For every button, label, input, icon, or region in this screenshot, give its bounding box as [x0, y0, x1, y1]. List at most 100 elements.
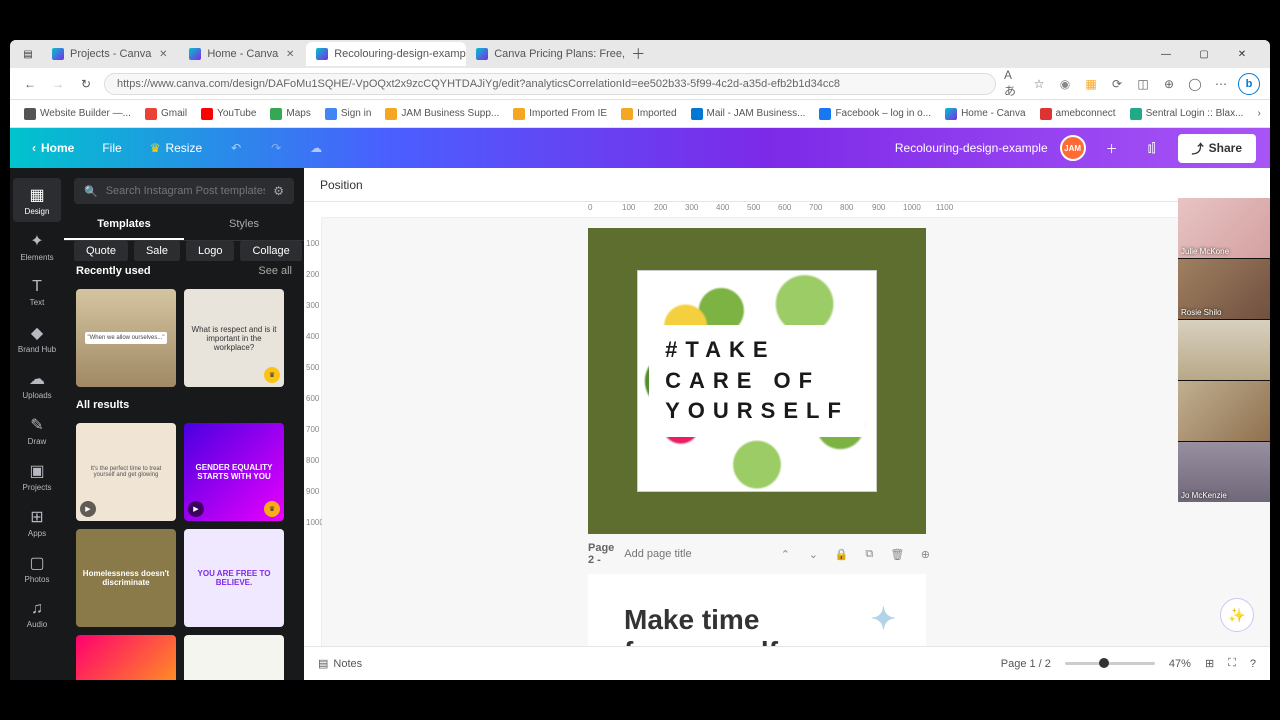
page-2[interactable]: Make time for yourself ✦: [588, 574, 926, 646]
search-input[interactable]: 🔍 ⚙: [74, 178, 294, 204]
bookmark-item[interactable]: amebconnect: [1040, 108, 1116, 120]
zoom-slider[interactable]: [1065, 662, 1155, 665]
rail-audio[interactable]: ♫Audio: [13, 592, 61, 636]
pill-collage[interactable]: Collage: [240, 241, 301, 261]
cloud-sync-icon[interactable]: ☁: [302, 134, 330, 162]
tab-projects[interactable]: Projects - Canva✕: [42, 42, 179, 66]
refresh-button[interactable]: ↻: [76, 74, 96, 94]
page1-text[interactable]: #TAKE CARE OF YOURSELF: [649, 325, 865, 437]
help-button[interactable]: ?: [1250, 658, 1256, 670]
rail-projects[interactable]: ▣Projects: [13, 454, 61, 498]
bookmarks-overflow[interactable]: ›: [1257, 108, 1260, 119]
notes-button[interactable]: ▤Notes: [318, 657, 362, 670]
adblock-icon[interactable]: ◉: [1056, 75, 1074, 93]
template-thumb[interactable]: What is respect and is it important in t…: [184, 289, 284, 387]
bookmark-item[interactable]: Sentral Login :: Blax...: [1130, 108, 1244, 120]
back-button[interactable]: ←: [20, 74, 40, 94]
template-thumb[interactable]: There's no: [76, 635, 176, 680]
tab-home[interactable]: Home - Canva✕: [179, 42, 306, 66]
tab-templates[interactable]: Templates: [64, 210, 184, 240]
search-field[interactable]: [106, 185, 266, 197]
home-button[interactable]: ‹Home: [24, 137, 82, 159]
participant-video[interactable]: Jo McKenzie: [1178, 442, 1270, 502]
page-title-input[interactable]: [624, 548, 766, 560]
pill-sale[interactable]: Sale: [134, 241, 180, 261]
bookmark-item[interactable]: YouTube: [201, 108, 256, 120]
zoom-value[interactable]: 47%: [1169, 658, 1191, 670]
rail-brand[interactable]: ◆Brand Hub: [13, 316, 61, 360]
duplicate-button[interactable]: ⧉: [860, 545, 878, 563]
forward-button[interactable]: →: [48, 74, 68, 94]
rail-photos[interactable]: ▢Photos: [13, 546, 61, 590]
document-title[interactable]: Recolouring-design-example: [895, 141, 1048, 155]
pill-logo[interactable]: Logo: [186, 241, 234, 261]
bookmark-item[interactable]: Gmail: [145, 108, 187, 120]
participant-video[interactable]: Julie McKone: [1178, 198, 1270, 258]
file-menu[interactable]: File: [94, 137, 129, 159]
tab-styles[interactable]: Styles: [184, 210, 304, 240]
template-thumb[interactable]: GENDER EQUALITY STARTS WITH YOU▶♛: [184, 423, 284, 521]
page-1[interactable]: #TAKE CARE OF YOURSELF: [588, 228, 926, 534]
position-button[interactable]: Position: [320, 178, 363, 192]
split-icon[interactable]: ◫: [1134, 75, 1152, 93]
avatar[interactable]: JAM: [1060, 135, 1086, 161]
bookmark-item[interactable]: Maps: [270, 108, 310, 120]
bookmark-item[interactable]: Mail - JAM Business...: [691, 108, 806, 120]
add-member-button[interactable]: ＋: [1098, 134, 1126, 162]
close-window-button[interactable]: ✕: [1228, 44, 1256, 64]
page-down-button[interactable]: ⌄: [804, 545, 822, 563]
participant-video[interactable]: [1178, 381, 1270, 441]
participant-video[interactable]: [1178, 320, 1270, 380]
undo-button[interactable]: ↶: [222, 134, 250, 162]
template-thumb[interactable]: YOU ARE FREE TO BELIEVE.: [184, 529, 284, 627]
page-up-button[interactable]: ⌃: [776, 545, 794, 563]
minimize-button[interactable]: —: [1152, 44, 1180, 64]
magic-button[interactable]: ✨: [1220, 598, 1254, 632]
analytics-button[interactable]: ⫾⫿: [1138, 134, 1166, 162]
close-icon[interactable]: ✕: [157, 48, 169, 60]
close-icon[interactable]: ✕: [284, 48, 296, 60]
rail-design[interactable]: ▦Design: [13, 178, 61, 222]
menu-icon[interactable]: ⋯: [1212, 75, 1230, 93]
extension-icon[interactable]: ▦: [1082, 75, 1100, 93]
new-tab-button[interactable]: ＋: [626, 42, 650, 66]
resize-button[interactable]: ♛Resize: [142, 137, 210, 159]
favorite-icon[interactable]: ☆: [1030, 75, 1048, 93]
bookmark-item[interactable]: Home - Canva: [945, 108, 1025, 120]
template-thumb[interactable]: "When we allow ourselves...": [76, 289, 176, 387]
sync-icon[interactable]: ⟳: [1108, 75, 1126, 93]
url-input[interactable]: https://www.canva.com/design/DAFoMu1SQHE…: [104, 73, 996, 95]
reader-icon[interactable]: Aあ: [1004, 75, 1022, 93]
app-menu-icon[interactable]: ▤: [14, 44, 42, 64]
template-thumb[interactable]: It's the perfect time to treat yourself …: [76, 423, 176, 521]
rail-apps[interactable]: ⊞Apps: [13, 500, 61, 544]
canvas-area[interactable]: #TAKE CARE OF YOURSELF Page 2 - ⌃ ⌄ 🔒: [322, 218, 1270, 646]
template-thumb[interactable]: Homelessness doesn't discriminate: [76, 529, 176, 627]
template-thumb[interactable]: EMBRACE: [184, 635, 284, 680]
tab-pricing[interactable]: Canva Pricing Plans: Free, Pro & ...✕: [466, 42, 626, 66]
rail-elements[interactable]: ✦Elements: [13, 224, 61, 268]
rail-uploads[interactable]: ☁Uploads: [13, 362, 61, 406]
fullscreen-button[interactable]: ⛶: [1228, 657, 1236, 670]
profile-icon[interactable]: ◯: [1186, 75, 1204, 93]
bookmark-item[interactable]: Facebook – log in o...: [819, 108, 931, 120]
redo-button[interactable]: ↷: [262, 134, 290, 162]
maximize-button[interactable]: ▢: [1190, 44, 1218, 64]
rail-draw[interactable]: ✎Draw: [13, 408, 61, 452]
bookmark-item[interactable]: Imported From IE: [513, 108, 607, 120]
share-button[interactable]: ⤴Share: [1178, 134, 1256, 163]
bookmark-item[interactable]: Sign in: [325, 108, 372, 120]
grid-view-button[interactable]: ⊞: [1205, 657, 1214, 670]
collections-icon[interactable]: ⊕: [1160, 75, 1178, 93]
add-page-button[interactable]: ⊕: [916, 545, 934, 563]
page-indicator[interactable]: Page 1 / 2: [1001, 658, 1051, 670]
bing-icon[interactable]: b: [1238, 73, 1260, 95]
bookmark-item[interactable]: JAM Business Supp...: [385, 108, 499, 120]
delete-button[interactable]: 🗑: [888, 545, 906, 563]
filter-icon[interactable]: ⚙: [273, 184, 284, 198]
tab-recolouring[interactable]: Recolouring-design-example - I...✕: [306, 42, 466, 66]
rail-text[interactable]: TText: [13, 270, 61, 314]
pill-quote[interactable]: Quote: [74, 241, 128, 261]
participant-video[interactable]: Rosie Shilo: [1178, 259, 1270, 319]
bookmark-item[interactable]: Imported: [621, 108, 676, 120]
